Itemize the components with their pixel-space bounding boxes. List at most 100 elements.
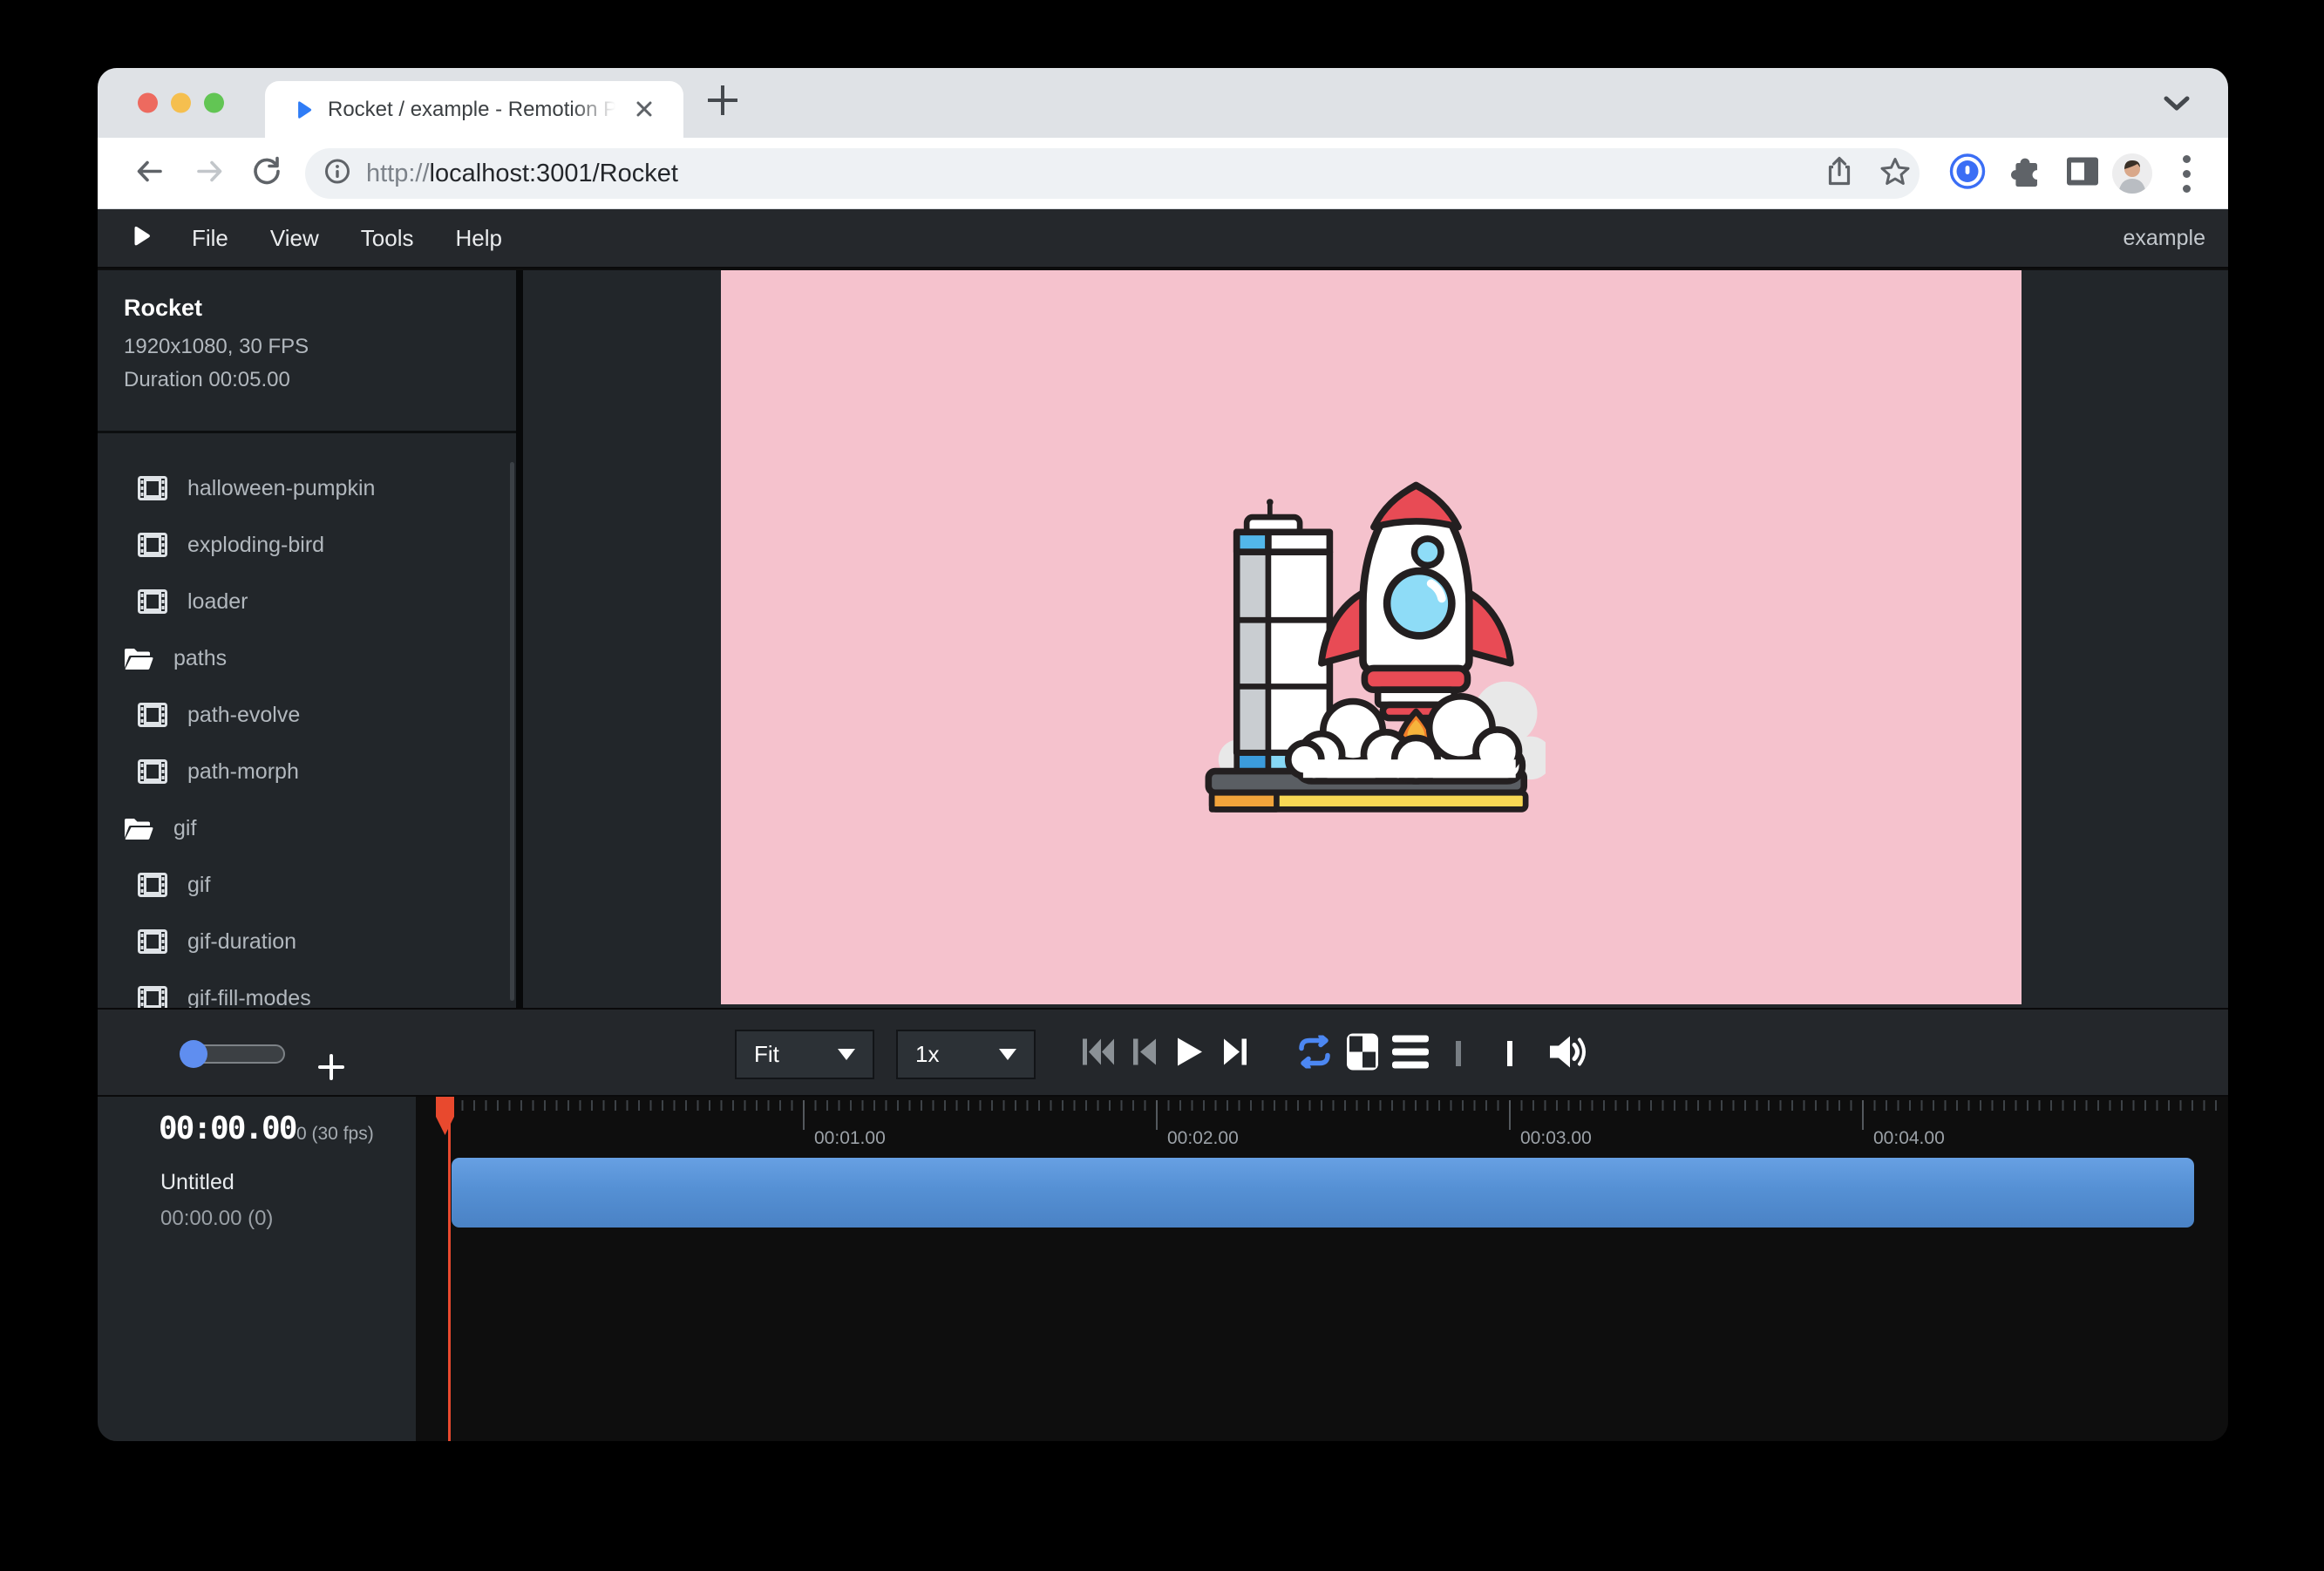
film-icon (138, 873, 167, 897)
menu-items: FileViewToolsHelp (171, 225, 523, 252)
current-time-display: 00:00.00 (159, 1111, 296, 1146)
speed-dropdown-value: 1x (915, 1041, 939, 1068)
ruler-time-label: 00:01.00 (814, 1128, 886, 1149)
zoom-slider[interactable] (180, 1044, 285, 1064)
site-info-icon[interactable] (324, 159, 350, 189)
loop-toggle-icon[interactable] (1295, 1036, 1334, 1073)
preview-area (523, 270, 2228, 1008)
sidebar-item-label: gif (187, 873, 210, 898)
previous-frame-icon[interactable] (1132, 1038, 1157, 1071)
menu-item-tools[interactable]: Tools (340, 225, 435, 252)
skip-to-start-icon[interactable] (1082, 1038, 1115, 1071)
film-icon (138, 589, 167, 614)
folder-open-icon (122, 645, 153, 671)
rocket-illustration (1197, 467, 1546, 816)
in-point-bracket-icon[interactable] (1456, 1046, 1461, 1062)
out-point-bracket-icon[interactable] (1507, 1046, 1512, 1062)
timeline-ruler[interactable] (450, 1100, 2225, 1111)
minimize-window-button[interactable] (171, 93, 191, 113)
sidebar-item-label: path-morph (187, 759, 299, 785)
playhead-marker[interactable] (436, 1097, 454, 1135)
tab-strip: Rocket / example - Remotion P (98, 68, 2228, 138)
main-area: Rocket 1920x1080, 30 FPS Duration 00:05.… (98, 270, 2228, 1008)
sidebar-item-loader[interactable]: loader (98, 574, 516, 629)
remotion-menubar: FileViewToolsHelp example (98, 209, 2228, 269)
film-icon (138, 476, 167, 500)
film-icon (138, 929, 167, 954)
tab-close-icon[interactable] (631, 96, 657, 122)
profile-avatar[interactable] (2111, 153, 2153, 199)
sidebar-folder-paths[interactable]: paths (98, 630, 516, 686)
new-tab-icon[interactable] (708, 85, 737, 115)
sidebar-item-label: gif (173, 816, 196, 841)
side-panel-icon[interactable] (2066, 156, 2099, 190)
sidebar-folder-gif[interactable]: gif (98, 800, 516, 856)
reload-icon[interactable] (251, 155, 282, 191)
zoom-window-button[interactable] (204, 93, 224, 113)
sidebar-item-label: paths (173, 646, 227, 671)
url-path: localhost:3001/Rocket (430, 160, 678, 187)
preview-canvas[interactable] (721, 270, 2022, 1004)
browser-menu-icon[interactable] (2183, 155, 2191, 194)
track-name-label: Untitled (160, 1170, 234, 1195)
browser-tab[interactable]: Rocket / example - Remotion P (265, 81, 683, 138)
browser-toolbar: http://localhost:3001/Rocket (98, 138, 2228, 209)
ruler-second-tick (1156, 1100, 1158, 1130)
film-icon (138, 533, 167, 557)
sidebar-item-gif-fill-modes[interactable]: gif-fill-modes (98, 970, 516, 1008)
transparency-checkerboard-icon[interactable] (1347, 1034, 1378, 1075)
film-icon (138, 703, 167, 727)
tab-search-chevron-icon[interactable] (2164, 96, 2190, 116)
sidebar-item-gif[interactable]: gif (98, 857, 516, 913)
size-dropdown-value: Fit (754, 1041, 779, 1068)
back-arrow-icon[interactable] (134, 157, 166, 189)
sidebar-item-label: halloween-pumpkin (187, 476, 375, 501)
sidebar-item-label: path-evolve (187, 703, 300, 728)
bookmark-star-icon[interactable] (1879, 157, 1911, 191)
sidebar-item-gif-duration[interactable]: gif-duration (98, 914, 516, 969)
current-frame-display: 0 (30 fps) (296, 1124, 374, 1145)
sidebar-scrollbar[interactable] (510, 462, 514, 1001)
share-icon[interactable] (1825, 156, 1853, 192)
track-time-label: 00:00.00 (0) (160, 1207, 273, 1231)
film-icon (138, 759, 167, 784)
menu-item-view[interactable]: View (249, 225, 340, 252)
tab-title: Rocket / example - Remotion P (328, 98, 615, 122)
sidebar-item-path-morph[interactable]: path-morph (98, 744, 516, 799)
url-scheme: http:// (366, 160, 430, 187)
menu-item-help[interactable]: Help (435, 225, 523, 252)
film-icon (138, 986, 167, 1008)
forward-arrow-icon[interactable] (194, 157, 225, 189)
sidebar-item-label: gif-fill-modes (187, 986, 311, 1009)
timeline-left-panel: 00:00.00 0 (30 fps) Untitled 00:00.00 (0… (98, 1097, 416, 1441)
extensions-puzzle-icon[interactable] (2008, 154, 2042, 192)
address-bar[interactable]: http://localhost:3001/Rocket (305, 148, 1920, 199)
ruler-time-label: 00:03.00 (1520, 1128, 1592, 1149)
close-window-button[interactable] (138, 93, 158, 113)
next-frame-icon[interactable] (1223, 1038, 1247, 1071)
timeline-panel: 00:01.0000:02.0000:03.0000:04.00 00:00.0… (98, 1097, 2228, 1441)
sidebar-item-label: exploding-bird (187, 533, 324, 558)
volume-icon[interactable] (1549, 1035, 1587, 1074)
remotion-favicon-icon (291, 99, 315, 126)
ruler-time-label: 00:02.00 (1167, 1128, 1239, 1149)
play-icon[interactable] (1177, 1037, 1203, 1071)
zoom-slider-thumb[interactable] (180, 1040, 207, 1068)
folder-open-icon (122, 815, 153, 841)
playhead-line (448, 1097, 451, 1441)
timeline-rows-icon[interactable] (1392, 1036, 1429, 1073)
ruler-second-tick (1509, 1100, 1511, 1130)
url-text: http://localhost:3001/Rocket (366, 160, 678, 188)
sidebar-item-exploding-bird[interactable]: exploding-bird (98, 517, 516, 573)
timeline-track-bar[interactable] (452, 1158, 2194, 1228)
sidebar-item-label: loader (187, 589, 248, 615)
menu-item-file[interactable]: File (171, 225, 249, 252)
sidebar-item-path-evolve[interactable]: path-evolve (98, 687, 516, 743)
preview-toolbar: Fit 1x (98, 1008, 2228, 1097)
remotion-logo-icon[interactable] (127, 223, 153, 254)
desktop-background: Rocket / example - Remotion P (0, 0, 2324, 1571)
sidebar-item-halloween-pumpkin[interactable]: halloween-pumpkin (98, 460, 516, 516)
size-dropdown[interactable]: Fit (735, 1030, 874, 1079)
playback-speed-dropdown[interactable]: 1x (896, 1030, 1036, 1079)
onepassword-extension-icon[interactable] (1949, 153, 1986, 194)
